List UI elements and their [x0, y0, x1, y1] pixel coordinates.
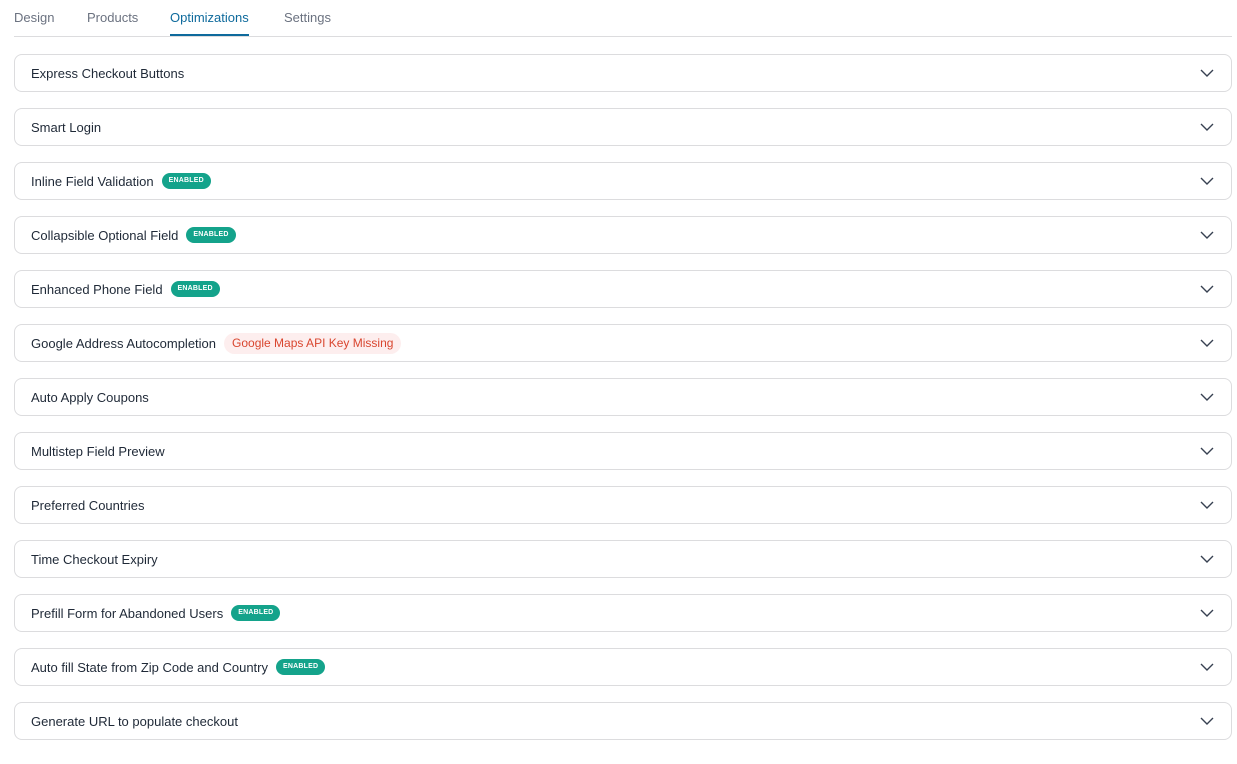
- panel-prefill-form-abandoned-users[interactable]: Prefill Form for Abandoned Users ENABLED: [14, 594, 1232, 632]
- panel-title: Inline Field Validation: [31, 173, 154, 189]
- panel-title: Auto Apply Coupons: [31, 389, 149, 405]
- enabled-badge: ENABLED: [170, 281, 220, 297]
- optimizations-page: Design Products Optimizations Settings E…: [0, 0, 1237, 764]
- panel-title: Time Checkout Expiry: [31, 551, 158, 567]
- chevron-down-icon[interactable]: [1200, 609, 1214, 617]
- panel-title: Collapsible Optional Field: [31, 227, 179, 243]
- chevron-down-icon[interactable]: [1200, 177, 1214, 185]
- panel-title: Generate URL to populate checkout: [31, 713, 238, 729]
- panel-title: Express Checkout Buttons: [31, 65, 185, 81]
- tab-design[interactable]: Design: [14, 0, 54, 36]
- chevron-down-icon[interactable]: [1200, 393, 1214, 401]
- enabled-badge: ENABLED: [276, 659, 326, 675]
- chevron-down-icon[interactable]: [1200, 501, 1214, 509]
- chevron-down-icon[interactable]: [1200, 123, 1214, 131]
- panel-title: Prefill Form for Abandoned Users: [31, 605, 224, 621]
- chevron-down-icon[interactable]: [1200, 717, 1214, 725]
- chevron-down-icon[interactable]: [1200, 69, 1214, 77]
- panel-time-checkout-expiry[interactable]: Time Checkout Expiry: [14, 540, 1232, 578]
- tab-settings[interactable]: Settings: [284, 0, 331, 36]
- panel-google-address-autocompletion[interactable]: Google Address Autocompletion Google Map…: [14, 324, 1232, 362]
- chevron-down-icon[interactable]: [1200, 663, 1214, 671]
- panel-title: Enhanced Phone Field: [31, 281, 163, 297]
- panel-inline-field-validation[interactable]: Inline Field Validation ENABLED: [14, 162, 1232, 200]
- panel-title: Smart Login: [31, 119, 102, 135]
- api-key-missing-badge: Google Maps API Key Missing: [224, 332, 402, 354]
- panel-smart-login[interactable]: Smart Login: [14, 108, 1232, 146]
- panel-generate-url[interactable]: Generate URL to populate checkout: [14, 702, 1232, 740]
- chevron-down-icon[interactable]: [1200, 339, 1214, 347]
- chevron-down-icon[interactable]: [1200, 555, 1214, 563]
- panel-title: Google Address Autocompletion: [31, 335, 217, 351]
- panel-multistep-field-preview[interactable]: Multistep Field Preview: [14, 432, 1232, 470]
- panel-enhanced-phone-field[interactable]: Enhanced Phone Field ENABLED: [14, 270, 1232, 308]
- chevron-down-icon[interactable]: [1200, 231, 1214, 239]
- panel-express-checkout-buttons[interactable]: Express Checkout Buttons: [14, 54, 1232, 92]
- panel-collapsible-optional-field[interactable]: Collapsible Optional Field ENABLED: [14, 216, 1232, 254]
- panel-preferred-countries[interactable]: Preferred Countries: [14, 486, 1232, 524]
- tab-products[interactable]: Products: [87, 0, 138, 36]
- enabled-badge: ENABLED: [161, 173, 211, 189]
- panel-auto-apply-coupons[interactable]: Auto Apply Coupons: [14, 378, 1232, 416]
- enabled-badge: ENABLED: [231, 605, 281, 621]
- tab-bar: Design Products Optimizations Settings: [14, 0, 1232, 37]
- optimization-panels: Express Checkout Buttons Smart Login Inl…: [14, 54, 1232, 756]
- chevron-down-icon[interactable]: [1200, 285, 1214, 293]
- tab-optimizations[interactable]: Optimizations: [170, 0, 249, 36]
- enabled-badge: ENABLED: [186, 227, 236, 243]
- panel-title: Multistep Field Preview: [31, 443, 165, 459]
- panel-title: Auto fill State from Zip Code and Countr…: [31, 659, 269, 675]
- panel-title: Preferred Countries: [31, 497, 145, 513]
- chevron-down-icon[interactable]: [1200, 447, 1214, 455]
- panel-auto-fill-state[interactable]: Auto fill State from Zip Code and Countr…: [14, 648, 1232, 686]
